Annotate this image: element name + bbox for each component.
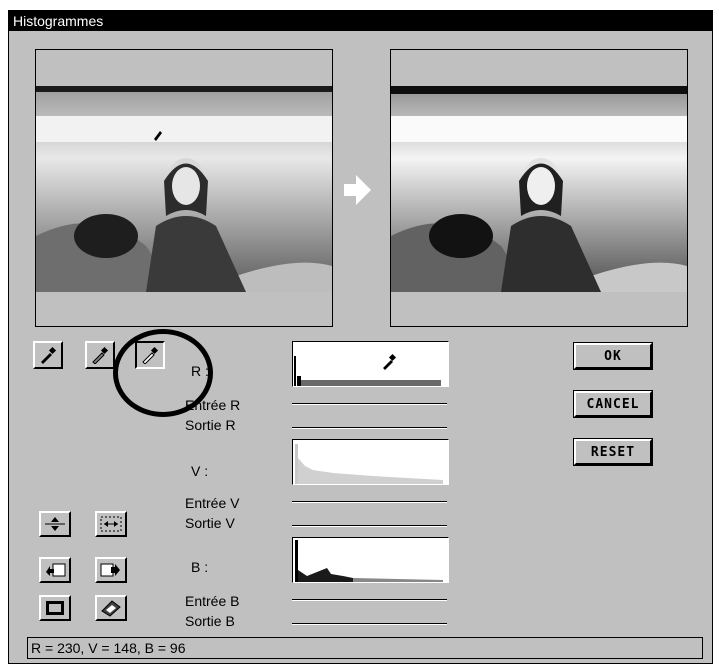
original-preview-panel — [35, 49, 333, 327]
blue-input-label: Entrée B — [185, 593, 240, 609]
gray-point-eyedropper-button[interactable] — [85, 341, 115, 369]
reset-button[interactable]: RESET — [573, 438, 653, 466]
fit-range-icon — [100, 516, 122, 532]
black-point-eyedropper-button[interactable] — [33, 341, 63, 369]
blue-input-track — [292, 599, 447, 601]
preview-toggle-button[interactable] — [39, 595, 71, 621]
green-input-track — [292, 501, 447, 503]
green-output-track — [292, 525, 447, 527]
save-settings-button[interactable] — [95, 557, 127, 583]
cancel-button[interactable]: CANCEL — [573, 390, 653, 418]
red-output-label: Sortie R — [185, 417, 236, 433]
flip-vertical-button[interactable] — [39, 511, 71, 537]
result-preview-panel — [390, 49, 688, 327]
result-photo — [391, 86, 687, 292]
ok-button[interactable]: OK — [573, 342, 653, 370]
eyedropper-gray-icon — [92, 346, 109, 364]
help-book-icon — [101, 600, 121, 617]
load-settings-button[interactable] — [39, 557, 71, 583]
fit-range-button[interactable] — [95, 511, 127, 537]
eyedropper-black-icon — [41, 346, 57, 364]
arrow-right-icon — [344, 175, 371, 205]
color-readout-status: R = 230, V = 148, B = 96 — [27, 637, 703, 659]
green-channel-label: V : — [191, 463, 209, 479]
red-channel-label: R : — [191, 363, 209, 379]
green-histogram[interactable] — [292, 439, 449, 485]
histogram-dialog: Histogrammes R: Entrée R Sortie R V: E… — [8, 10, 713, 664]
flip-vertical-icon — [45, 517, 65, 531]
blue-output-label: Sortie B — [185, 613, 235, 629]
blue-channel-label: B : — [191, 559, 209, 575]
red-histogram[interactable] — [292, 341, 449, 387]
blue-histogram[interactable] — [292, 537, 449, 583]
load-settings-icon — [46, 563, 66, 577]
red-output-track — [292, 427, 447, 429]
original-photo[interactable] — [36, 86, 332, 292]
save-settings-icon — [100, 563, 120, 577]
window-title: Histogrammes — [9, 11, 712, 31]
help-button[interactable] — [95, 595, 127, 621]
green-output-label: Sortie V — [185, 515, 235, 531]
green-input-label: Entrée V — [185, 495, 240, 511]
preview-window-icon — [46, 601, 64, 615]
red-input-track — [292, 403, 447, 405]
blue-output-track — [292, 623, 447, 625]
red-input-label: Entrée R — [185, 397, 241, 413]
